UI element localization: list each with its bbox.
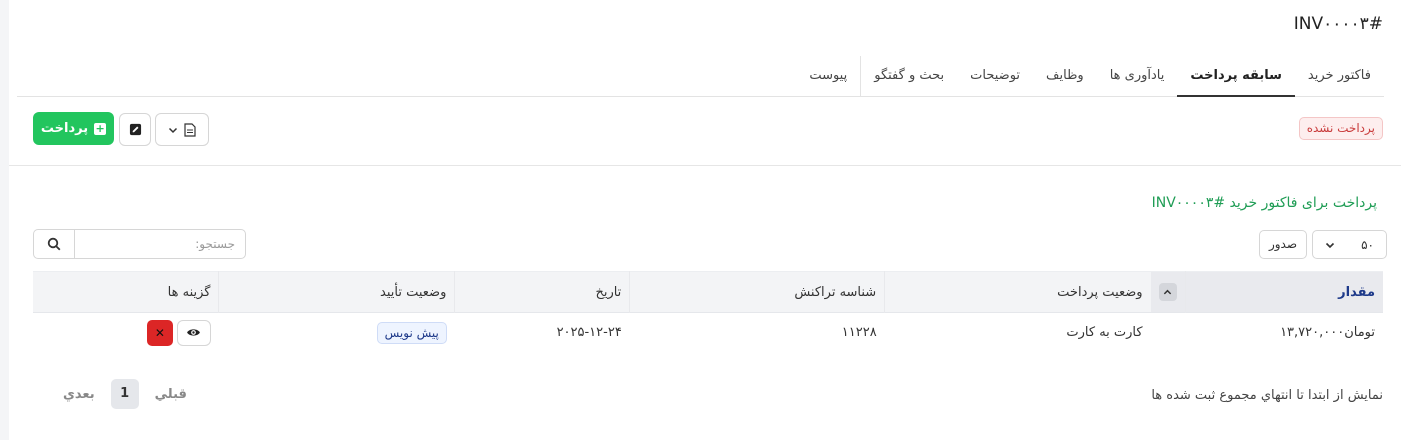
per-page-value: ۵۰	[1361, 237, 1374, 252]
prev-page-button[interactable]: قبلي	[149, 387, 193, 402]
status-badge: پرداخت نشده	[1298, 117, 1383, 140]
section-title: پرداخت برای فاکتور خرید #INV۰۰۰۰۳	[1151, 195, 1377, 211]
tab-bar: فاکتور خرید سابقه پرداخت یادآوری ها وظای…	[17, 56, 1384, 97]
pdf-dropdown-button[interactable]	[155, 113, 209, 146]
chevron-down-icon	[168, 127, 178, 133]
search-icon	[47, 237, 61, 251]
view-button[interactable]	[176, 319, 211, 346]
draft-badge: پیش نویس	[376, 321, 447, 344]
tab-tasks[interactable]: وظایف	[1033, 56, 1097, 96]
col-amount[interactable]: مقدار	[1184, 271, 1383, 313]
edit-button[interactable]	[119, 113, 151, 146]
table-row: تومان۱۳,۷۲۰,۰۰۰ کارت به کارت ۱۱۲۲۸ ۲۰۲۵-…	[33, 313, 1383, 353]
cell-payment-status: کارت به کارت	[1066, 325, 1143, 341]
tab-payment-history[interactable]: سابقه پرداخت	[1177, 56, 1295, 97]
cell-amount: تومان۱۳,۷۲۰,۰۰۰	[1280, 325, 1375, 341]
invoice-card: INV۰۰۰۰۳# فاکتور خرید سابقه پرداخت یادآو…	[9, 0, 1401, 440]
sort-button[interactable]	[1158, 283, 1177, 301]
tab-discussion[interactable]: بحث و گفتگو	[860, 56, 957, 96]
edit-icon	[129, 123, 141, 136]
export-button[interactable]: صدور	[1259, 230, 1307, 259]
table-header-row: مقدار وضعیت پرداخت شناسه تراکنش تاریخ وض…	[33, 271, 1383, 313]
col-options[interactable]: گزینه ها	[33, 272, 219, 313]
search-input[interactable]	[75, 230, 245, 258]
delete-button[interactable]: ✕	[146, 319, 173, 346]
tab-purchase-invoice[interactable]: فاکتور خرید	[1295, 56, 1384, 96]
add-payment-button[interactable]: + پرداخت	[33, 112, 114, 145]
eye-icon	[187, 329, 201, 336]
tab-notes[interactable]: توضیحات	[957, 56, 1033, 96]
close-icon: ✕	[154, 325, 165, 340]
col-payment-status[interactable]: وضعیت پرداخت	[884, 271, 1151, 313]
cell-transaction-id: ۱۱۲۲۸	[841, 325, 877, 341]
search-box	[33, 229, 246, 259]
pagination: قبلي 1 بعدي	[57, 379, 193, 409]
table-info: نمایش از ابتدا تا انتهاي مجموع ثبت شده ه…	[1151, 388, 1383, 403]
chevron-up-icon	[1163, 289, 1172, 294]
payments-table: مقدار وضعیت پرداخت شناسه تراکنش تاریخ وض…	[33, 271, 1383, 353]
col-transaction-id[interactable]: شناسه تراکنش	[629, 271, 885, 313]
pdf-file-icon	[184, 122, 196, 137]
chevron-down-icon	[1325, 242, 1335, 248]
col-date[interactable]: تاریخ	[454, 271, 630, 313]
cell-date: ۲۰۲۵-۱۲-۲۴	[556, 325, 622, 341]
cell-approval-status: پیش نویس	[219, 313, 455, 353]
per-page-select[interactable]: ۵۰	[1312, 230, 1387, 259]
plus-icon: +	[94, 121, 107, 135]
current-page-button[interactable]: 1	[110, 379, 139, 409]
sort-toggle-cell	[1150, 271, 1186, 313]
tab-attachments[interactable]: پیوست	[796, 56, 860, 96]
col-approval-status[interactable]: وضعیت تأیید	[218, 271, 455, 313]
cell-options: ✕	[33, 313, 219, 353]
page-title: INV۰۰۰۰۳#	[1293, 14, 1383, 34]
invoice-header: INV۰۰۰۰۳# فاکتور خرید سابقه پرداخت یادآو…	[9, 0, 1401, 166]
tab-reminders[interactable]: یادآوری ها	[1097, 56, 1178, 96]
search-button[interactable]	[34, 230, 75, 258]
next-page-button[interactable]: بعدي	[57, 387, 101, 402]
add-payment-label: پرداخت	[40, 121, 89, 136]
